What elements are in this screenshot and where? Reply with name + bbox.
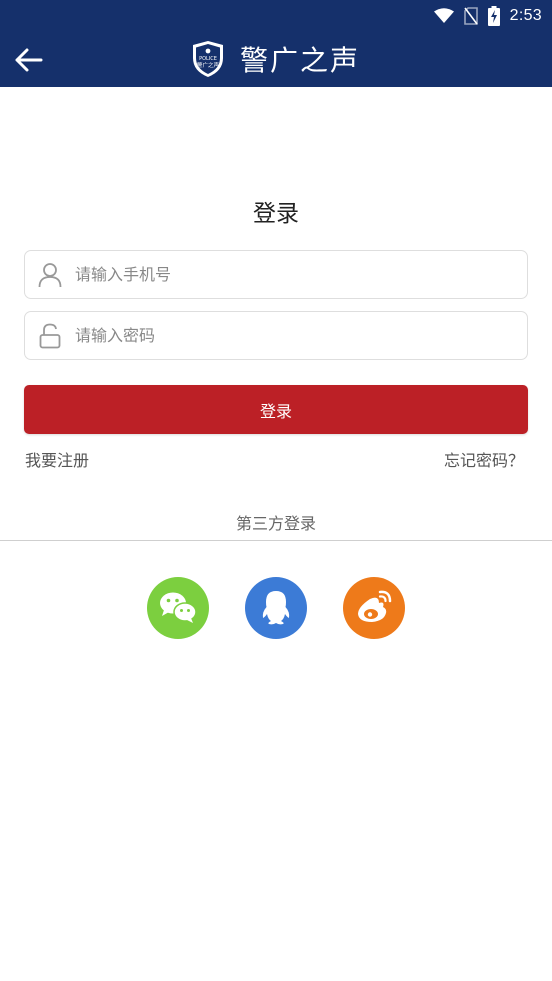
- qq-icon: [245, 577, 307, 639]
- user-icon: [25, 251, 75, 298]
- login-title: 登录: [253, 201, 299, 227]
- forgot-password-link[interactable]: 忘记密码？: [444, 447, 524, 471]
- wechat-login-button[interactable]: [147, 577, 209, 639]
- register-link[interactable]: 我要注册: [25, 447, 89, 471]
- back-button[interactable]: [8, 40, 48, 80]
- third-party-login-label: 第三方登录: [235, 514, 316, 533]
- app-header: POLICE 警广之声 警广之声: [0, 32, 552, 87]
- police-badge-logo: POLICE 警广之声: [193, 41, 223, 77]
- status-bar: 2:53: [0, 0, 552, 32]
- page-title: 警广之声: [240, 44, 361, 77]
- phone-field[interactable]: [24, 250, 528, 299]
- password-input[interactable]: [75, 313, 527, 358]
- qq-login-button[interactable]: [245, 577, 307, 639]
- header-brand: POLICE 警广之声 警广之声: [190, 39, 360, 79]
- logo-text-main: 警广之声: [197, 61, 220, 69]
- battery-charging-icon: [487, 6, 500, 26]
- status-time: 2:53: [509, 7, 542, 24]
- password-field[interactable]: [24, 311, 528, 360]
- weibo-login-button[interactable]: [343, 577, 405, 639]
- weibo-icon: [343, 577, 405, 639]
- phone-input[interactable]: [75, 252, 527, 297]
- wechat-icon: [147, 577, 209, 639]
- divider: [0, 540, 552, 541]
- back-arrow-icon: [15, 48, 43, 72]
- no-sim-icon: [463, 7, 478, 25]
- logo-text-police: POLICE: [199, 56, 217, 62]
- login-button[interactable]: 登录: [24, 385, 528, 434]
- wifi-icon: [433, 8, 454, 23]
- lock-icon: [25, 312, 75, 359]
